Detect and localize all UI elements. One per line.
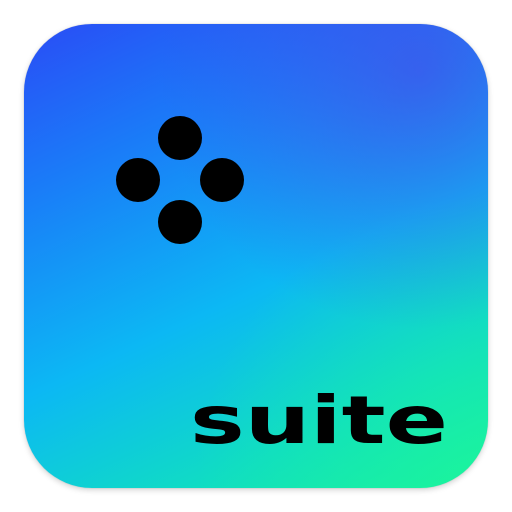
logo-dot-left [116, 158, 160, 202]
app-icon-tile[interactable]: suite [24, 24, 488, 488]
wordmark-text: suite [190, 382, 448, 459]
logo-dot-right [200, 158, 244, 202]
four-dots-icon [114, 114, 246, 246]
logo-dot-bottom [158, 200, 202, 244]
wordmark: suite [184, 382, 454, 462]
wordmark-svg: suite [190, 382, 448, 459]
logo-dot-top [158, 116, 202, 160]
app-icon-canvas: suite [0, 0, 512, 512]
